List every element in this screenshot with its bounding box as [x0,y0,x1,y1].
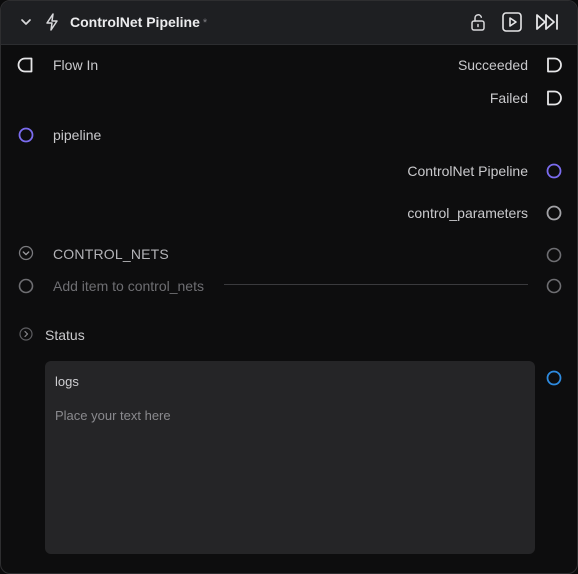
run-all-icon[interactable] [533,11,561,33]
modified-marker: * [202,17,208,29]
control-parameters-label: control_parameters [407,205,528,221]
status-label: Status [45,327,85,343]
logs-label: logs [55,374,79,389]
logs-placeholder: Place your text here [55,408,171,423]
flow-in-port[interactable] [17,56,35,74]
node-title: ControlNet Pipeline * [70,14,208,30]
lightning-icon [46,13,58,31]
failed-label: Failed [489,90,528,106]
collapse-control-nets-icon[interactable] [17,244,35,262]
pipeline-output-port[interactable] [545,162,563,180]
play-icon[interactable] [501,11,523,33]
failed-port[interactable] [545,89,563,107]
pipeline-input-label: pipeline [53,127,102,143]
add-item-label[interactable]: Add item to control_nets [53,278,204,294]
pipeline-output-label: ControlNet Pipeline [407,163,528,179]
control-nets-port[interactable] [545,246,563,264]
control-parameters-port[interactable] [545,204,563,222]
succeeded-label: Succeeded [457,57,528,73]
chevron-down-icon[interactable] [17,13,35,31]
add-item-input-port[interactable] [17,277,35,295]
logs-output-port[interactable] [545,369,563,387]
add-item-output-port[interactable] [545,277,563,295]
add-item-divider [224,284,528,285]
controlnet-pipeline-node: ControlNet Pipeline * Flow In Succeeded F… [0,0,578,574]
flow-in-label: Flow In [53,57,99,73]
expand-status-icon[interactable] [17,325,35,343]
succeeded-port[interactable] [545,56,563,74]
unlock-icon[interactable] [469,12,487,32]
logs-textarea[interactable] [45,361,535,554]
pipeline-input-port[interactable] [17,126,35,144]
control-nets-label: CONTROL_NETS [53,246,169,262]
